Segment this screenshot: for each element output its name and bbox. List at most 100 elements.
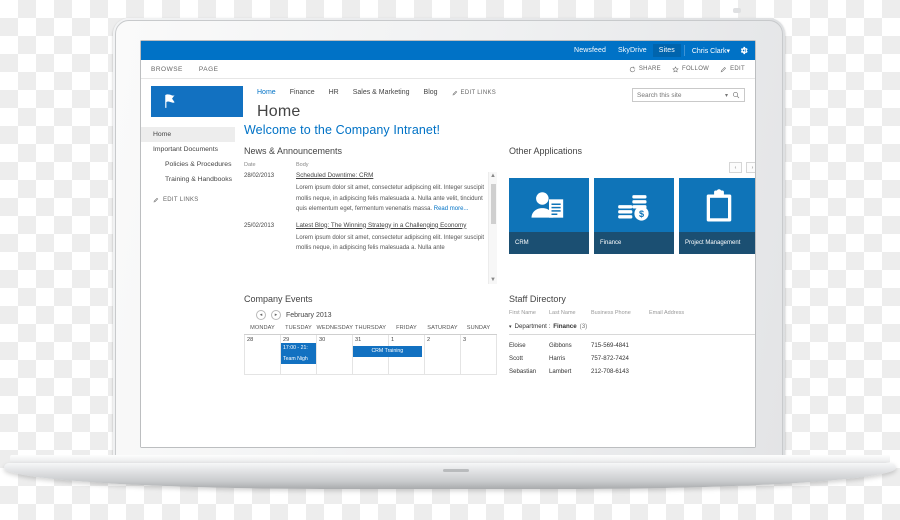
nav-item-sales-marketing[interactable]: Sales & Marketing [353,89,410,96]
tile-art: $ [594,178,674,234]
user-caret-icon: ▾ [726,47,730,55]
staff-col-business-phone[interactable]: Business Phone [591,310,649,316]
suite-bar: Newsfeed SkyDrive Sites Chris Clark▾ [141,41,755,60]
news-item: 28/02/2013 Scheduled Downtime: CRM Lorem… [244,172,485,215]
tile-finance[interactable]: $ Finance [594,178,674,254]
person-document-icon [531,192,564,218]
laptop-base-notch [443,469,469,472]
calendar-cell[interactable]: 3 [460,334,497,375]
news-read-more-link[interactable]: Read more... [434,206,469,212]
staff-row[interactable]: Eloise Gibbons 715-569-4841 [509,339,755,352]
sidebar-edit-links-button[interactable]: EDIT LINKS [141,187,235,203]
search-box[interactable]: ▾ [632,88,745,102]
apps-prev-button[interactable]: ‹ [729,162,742,173]
staff-row[interactable]: Scott Harris 757-872-7424 [509,352,755,365]
calendar-next-button[interactable]: ▸ [271,310,281,320]
calendar-cell[interactable]: 2 [424,334,461,375]
nav-item-finance[interactable]: Finance [290,89,315,96]
scrollbar-thumb[interactable] [491,184,496,224]
search-icon[interactable] [732,91,740,99]
staff-first-name: Eloise [509,342,526,349]
calendar-month-label: February 2013 [286,311,332,319]
follow-button[interactable]: FOLLOW [672,65,709,73]
coins-dollar-icon: $ [618,195,649,221]
calendar-cell[interactable]: 29 17:00 - 21: Team Nigh [280,334,317,375]
webpart-row-bottom: Company Events ◂ ▸ February 2013 MONDAY [244,294,755,378]
calendar-date-number: 3 [463,337,467,343]
sidebar-item-policies-procedures[interactable]: Policies & Procedures [141,157,235,172]
sidebar-item-home[interactable]: Home [141,127,235,142]
nav-edit-links-button[interactable]: EDIT LINKS [452,90,497,96]
clipboard-icon [706,189,732,222]
staff-group-value: Finance [553,323,577,330]
ribbon-tab-browse[interactable]: BROWSE [151,66,183,73]
pencil-icon [153,197,159,203]
quick-launch-sidebar: Home Important Documents Policies & Proc… [141,121,236,425]
calendar-event-crm-training[interactable]: CRM Training [353,346,422,357]
tile-label: Project Management [679,232,755,254]
collapse-triangle-icon[interactable]: ▾ [509,324,512,330]
search-caret-icon[interactable]: ▾ [725,92,728,99]
tile-label: CRM [509,232,589,254]
suite-link-skydrive[interactable]: SkyDrive [612,44,653,57]
svg-text:$: $ [639,209,644,219]
sidebar-item-training-handbooks[interactable]: Training & Handbooks [141,172,235,187]
calendar-date-number: 30 [319,337,326,343]
staff-row[interactable]: Sebastian Lambert 212-708-6143 [509,365,755,378]
scroll-up-icon[interactable]: ▲ [490,172,496,180]
site-logo[interactable] [151,86,243,117]
nav-item-home[interactable]: Home [257,89,276,96]
news-item-body: Lorem ipsum dolor sit amet, consectetur … [296,234,485,252]
calendar-navigation: ◂ ▸ February 2013 [244,310,497,320]
nav-item-hr[interactable]: HR [329,89,339,96]
staff-col-email-address[interactable]: Email Address [649,310,684,316]
calendar-cell[interactable]: 28 [244,334,281,375]
scroll-down-icon[interactable]: ▼ [490,276,496,284]
news-scrollbar[interactable]: ▲ ▼ [488,172,497,284]
tile-crm[interactable]: CRM [509,178,589,254]
calendar-date-number: 29 [283,337,290,343]
laptop-hinge-dot [733,8,741,13]
apps-pagination: ‹ › [509,162,755,173]
calendar-day-monday: MONDAY [244,325,281,335]
sidebar-item-important-documents[interactable]: Important Documents [141,142,235,157]
suite-link-newsfeed[interactable]: Newsfeed [568,44,612,57]
laptop-base-wedge [4,463,896,489]
calendar-event-time[interactable]: 17:00 - 21: [281,343,316,354]
edit-button[interactable]: EDIT [720,66,745,73]
search-input[interactable] [637,91,725,99]
apps-next-button[interactable]: › [746,162,755,173]
staff-group-header[interactable]: ▾ Department : Finance (3) [509,323,755,335]
news-item-link[interactable]: Scheduled Downtime: CRM [296,172,485,179]
tile-project-management[interactable]: Project Management [679,178,755,254]
news-list: Date Body 28/02/2013 Scheduled Downtime:… [244,162,497,284]
user-name: Chris Clark [691,47,727,55]
staff-col-first-name[interactable]: First Name [509,310,549,316]
pencil-icon [452,90,457,95]
share-button[interactable]: SHARE [629,66,661,73]
staff-last-name: Lambert [549,368,572,375]
calendar-date-number: 31 [355,337,362,343]
flag-icon [165,94,175,108]
staff-first-name: Scott [509,355,523,362]
news-item-link[interactable]: Latest Blog: The Winning Strategy in a C… [296,222,485,229]
staff-directory-webpart: Staff Directory First Name Last Name Bus… [509,294,755,378]
tile-label: Finance [594,232,674,254]
staff-col-last-name[interactable]: Last Name [549,310,591,316]
staff-phone: 715-569-4841 [591,342,629,349]
calendar-prev-button[interactable]: ◂ [256,310,266,320]
staff-group-count: (3) [579,323,588,330]
edit-label: EDIT [730,66,745,72]
calendar-header-row: MONDAY TUESDAY WEDNESDAY THURSDAY FRIDAY… [244,325,497,335]
calendar-event-title[interactable]: Team Nigh [281,353,316,365]
nav-item-blog[interactable]: Blog [424,89,438,96]
ribbon-tab-page[interactable]: PAGE [199,66,219,73]
user-menu[interactable]: Chris Clark▾ [688,44,734,58]
news-item-content: Scheduled Downtime: CRM Lorem ipsum dolo… [296,172,485,215]
news-item-date: 25/02/2013 [244,222,275,229]
calendar-cell[interactable]: 31 CRM Training [352,334,422,375]
calendar-cell[interactable]: 30 [316,334,353,375]
gear-icon[interactable] [738,45,749,56]
browser-screen: Newsfeed SkyDrive Sites Chris Clark▾ BRO… [141,41,755,447]
suite-link-sites[interactable]: Sites [652,44,681,57]
